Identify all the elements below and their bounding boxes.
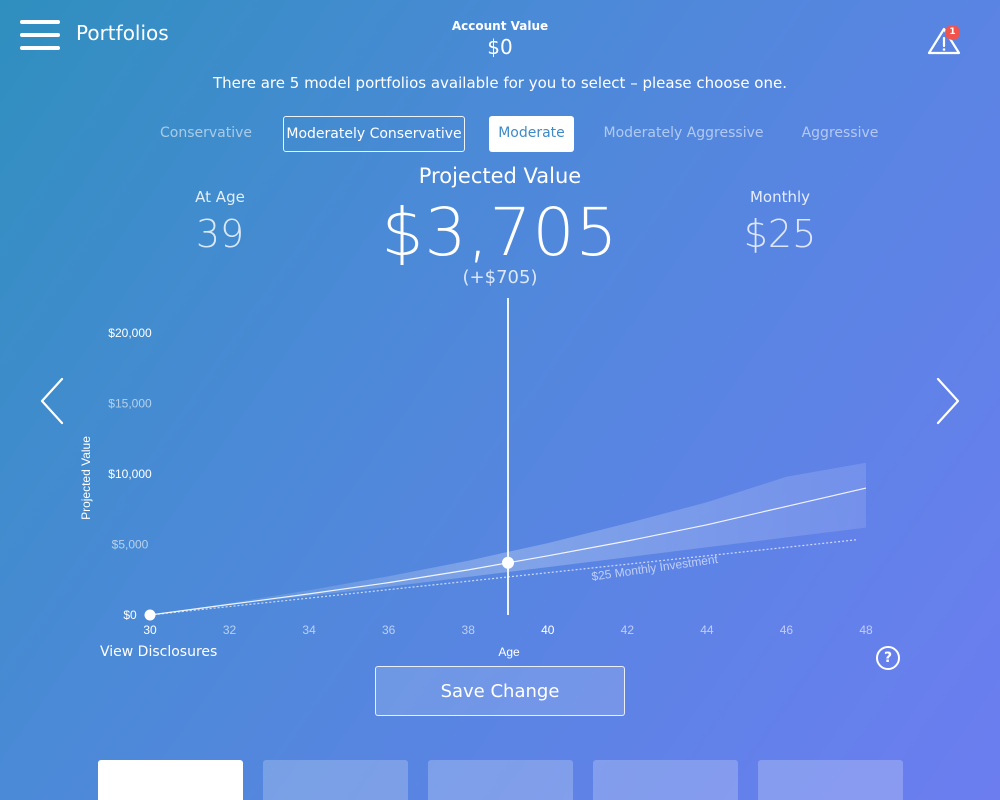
menu-line <box>20 20 60 24</box>
y-axis-labels: $0 $5,000 $10,000 $15,000 $20,000 <box>108 326 152 622</box>
save-change-button[interactable]: Save Change <box>375 666 625 716</box>
account-value-label: Account Value <box>451 19 549 33</box>
portfolio-tabs: Conservative Moderately Conservative Mod… <box>0 116 1000 152</box>
y-tick-label: $20,000 <box>108 326 152 340</box>
portfolio-card[interactable] <box>758 760 903 800</box>
x-tick-label: 38 <box>462 623 476 637</box>
portfolio-card[interactable] <box>98 760 243 800</box>
x-tick-label: 32 <box>223 623 237 637</box>
projection-chart[interactable]: $0 $5,000 $10,000 $15,000 $20,000 30 32 34 36 38… <box>0 290 1000 670</box>
portfolio-card[interactable] <box>593 760 738 800</box>
projected-value-label: Projected Value <box>418 164 582 188</box>
account-value: $0 <box>487 35 513 59</box>
y-tick-label: $10,000 <box>108 467 152 481</box>
monthly-label: Monthly <box>749 188 811 206</box>
alert-badge: 1 <box>945 25 960 40</box>
tab-moderately-aggressive[interactable]: Moderately Aggressive <box>596 116 771 152</box>
help-icon[interactable]: ? <box>876 646 900 670</box>
tab-aggressive[interactable]: Aggressive <box>790 116 890 152</box>
y-tick-label: $0 <box>123 608 137 622</box>
menu-line <box>20 33 60 37</box>
y-axis-title: Projected Value <box>79 436 93 520</box>
start-marker <box>144 609 156 621</box>
x-tick-label: 46 <box>780 623 794 637</box>
x-tick-label: 44 <box>700 623 714 637</box>
page-title: Portfolios <box>76 21 169 45</box>
tab-moderately-conservative[interactable]: Moderately Conservative <box>283 116 465 152</box>
portfolio-cards <box>0 760 1000 800</box>
projected-value: $3,705 <box>381 194 619 271</box>
menu-line <box>20 46 60 50</box>
y-tick-label: $5,000 <box>112 538 149 552</box>
portfolio-card[interactable] <box>263 760 408 800</box>
x-axis-labels: 30 32 34 36 38 40 42 44 46 48 <box>143 623 873 637</box>
x-tick-label: 34 <box>302 623 316 637</box>
x-tick-label: 48 <box>859 623 873 637</box>
age-label: At Age <box>195 188 245 206</box>
y-tick-label: $15,000 <box>108 397 152 411</box>
instructions-text: There are 5 model portfolios available f… <box>213 74 787 92</box>
x-tick-label: 40 <box>541 623 555 637</box>
x-tick-label: 30 <box>143 623 157 637</box>
projected-change: (+$705) <box>462 267 538 288</box>
menu-icon[interactable] <box>20 20 60 50</box>
chevron-right-icon[interactable] <box>932 376 962 426</box>
age-value: 39 <box>195 212 245 256</box>
tab-moderate[interactable]: Moderate <box>489 116 574 152</box>
chevron-left-icon[interactable] <box>38 376 68 426</box>
tab-conservative[interactable]: Conservative <box>150 116 262 152</box>
top-bar: Portfolios Account Value $0 1 <box>0 0 1000 70</box>
view-disclosures-link[interactable]: View Disclosures <box>100 644 217 660</box>
monthly-value: $25 <box>743 212 817 256</box>
current-value-marker <box>502 556 514 569</box>
x-tick-label: 36 <box>382 623 396 637</box>
x-axis-title: Age <box>498 645 520 659</box>
portfolio-card[interactable] <box>428 760 573 800</box>
x-tick-label: 42 <box>621 623 635 637</box>
monthly-investment-line <box>149 539 859 616</box>
